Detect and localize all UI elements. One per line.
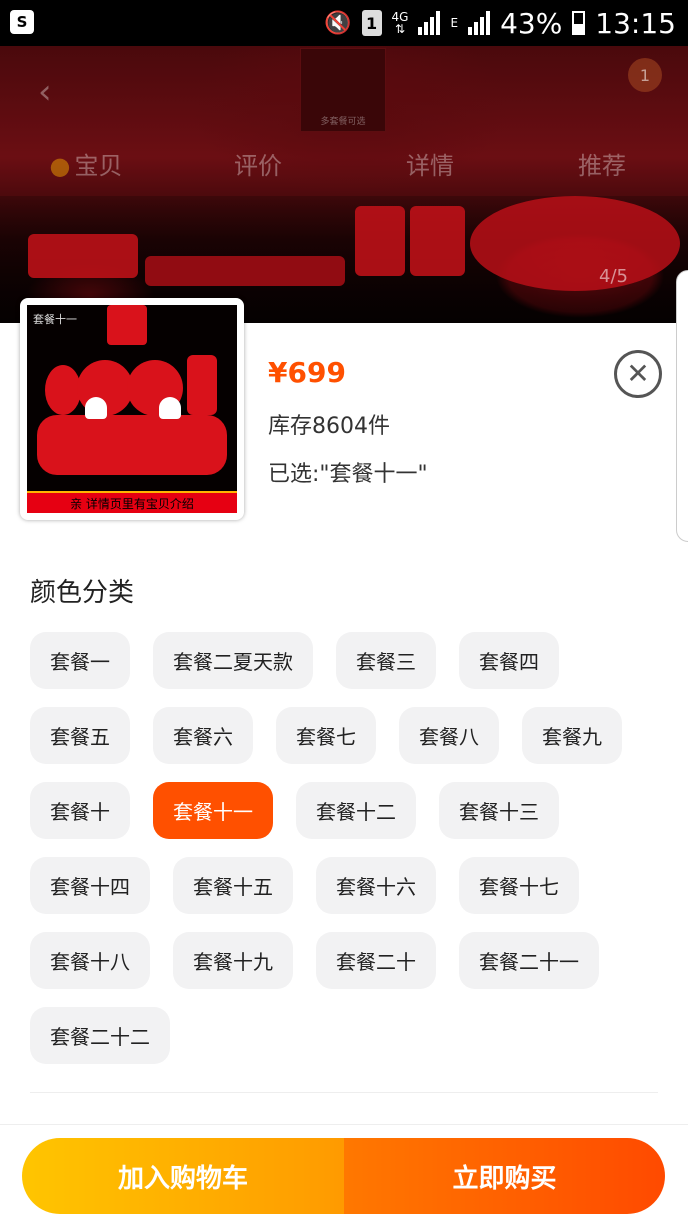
bottom-bar-divider xyxy=(0,1124,688,1125)
add-to-cart-button[interactable]: 加入购物车 xyxy=(22,1138,344,1214)
option-chip[interactable]: 套餐十九 xyxy=(173,932,293,989)
stock-count: 库存8604件 xyxy=(268,414,390,439)
image-banner: 亲 详情页里有宝贝介绍 xyxy=(27,491,237,513)
option-chip[interactable]: 套餐十八 xyxy=(30,932,150,989)
option-chip[interactable]: 套餐二夏天款 xyxy=(153,632,313,689)
location-pin-icon: ● xyxy=(49,152,71,180)
option-chip[interactable]: 套餐十 xyxy=(30,782,130,839)
option-chip[interactable]: 套餐十一 xyxy=(153,782,273,839)
signal-icon-2 xyxy=(468,11,491,35)
option-chip[interactable]: 套餐十四 xyxy=(30,857,150,914)
option-chip[interactable]: 套餐六 xyxy=(153,707,253,764)
image-label: 套餐十一 xyxy=(33,313,77,326)
option-chip[interactable]: 套餐二十 xyxy=(316,932,436,989)
option-chip[interactable]: 套餐一 xyxy=(30,632,130,689)
signal-icon xyxy=(418,11,441,35)
product-image[interactable]: 套餐十一 亲 详情页里有宝贝介绍 xyxy=(20,298,244,520)
back-icon[interactable]: ‹ xyxy=(38,72,52,112)
action-bar: 加入购物车 立即购买 xyxy=(22,1138,665,1214)
option-chip[interactable]: 套餐五 xyxy=(30,707,130,764)
option-chip[interactable]: 套餐十七 xyxy=(459,857,579,914)
close-icon[interactable]: ✕ xyxy=(614,350,662,398)
buy-now-button[interactable]: 立即购买 xyxy=(344,1138,665,1214)
option-chip[interactable]: 套餐十六 xyxy=(316,857,436,914)
option-chip[interactable]: 套餐九 xyxy=(522,707,622,764)
price: ¥699 xyxy=(268,356,346,389)
option-chips: 套餐一 套餐二夏天款 套餐三 套餐四 套餐五 套餐六 套餐七 套餐八 套餐九 套餐十 套餐十一 套餐十… xyxy=(30,632,658,1064)
image-page-indicator: 4/5 xyxy=(599,266,628,287)
clock: 13:15 xyxy=(595,6,676,40)
tab-details[interactable]: 详情 xyxy=(344,146,516,186)
network-4g-icon: 4G ⇅ xyxy=(391,10,409,36)
option-chip[interactable]: 套餐四 xyxy=(459,632,559,689)
option-chip[interactable]: 套餐三 xyxy=(336,632,436,689)
option-chip[interactable]: 套餐二十二 xyxy=(30,1007,170,1064)
tab-reviews[interactable]: 评价 xyxy=(172,146,344,186)
side-drawer-handle[interactable] xyxy=(676,270,688,542)
sim-icon: 1 xyxy=(361,10,382,36)
product-tabs: ● 宝贝 评价 详情 推荐 xyxy=(0,146,688,186)
section-title-color-category: 颜色分类 xyxy=(30,578,135,608)
option-chip[interactable]: 套餐二十一 xyxy=(459,932,599,989)
network-edge-icon: E xyxy=(450,16,459,30)
selected-option-text: 已选:"套餐十一" xyxy=(268,462,428,487)
option-chip[interactable]: 套餐十三 xyxy=(439,782,559,839)
option-chip[interactable]: 套餐十二 xyxy=(296,782,416,839)
mute-icon: 🔇 xyxy=(324,10,352,36)
cart-badge[interactable]: 1 xyxy=(628,58,662,92)
option-chip[interactable]: 套餐十五 xyxy=(173,857,293,914)
tab-recommend[interactable]: 推荐 xyxy=(516,146,688,186)
divider xyxy=(30,1092,658,1093)
battery-icon xyxy=(572,11,586,35)
status-bar: S 🔇 1 4G ⇅ E 43% 13:15 xyxy=(0,0,688,46)
app-notification-icon: S xyxy=(10,10,34,34)
product-hero-background: 多套餐可选 ‹ 1 ● 宝贝 评价 详情 推荐 4/5 xyxy=(0,46,688,323)
battery-percent: 43% xyxy=(500,6,563,40)
option-chip[interactable]: 套餐八 xyxy=(399,707,499,764)
tab-item[interactable]: ● 宝贝 xyxy=(0,146,172,186)
option-chip[interactable]: 套餐七 xyxy=(276,707,376,764)
